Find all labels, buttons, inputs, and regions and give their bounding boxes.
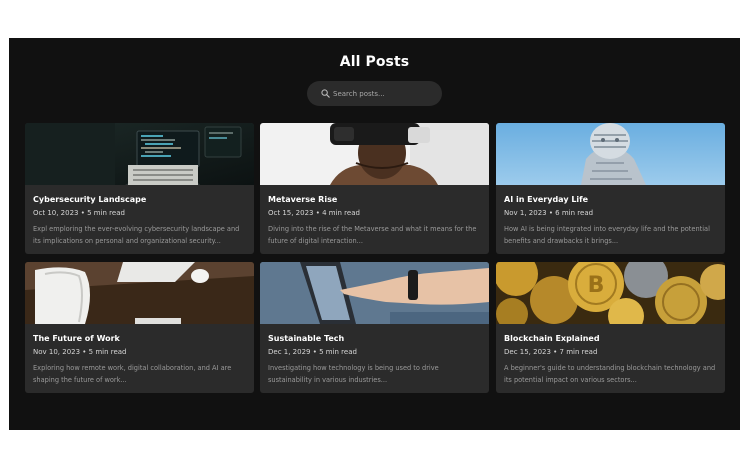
post-image-gold-coins: B — [496, 262, 725, 324]
post-excerpt: How AI is being integrated into everyday… — [504, 225, 710, 245]
post-meta: Nov 1, 2023 • 6 min read — [504, 208, 594, 217]
post-excerpt: Investigating how technology is being us… — [268, 364, 439, 384]
post-card-sustainable-tech[interactable]: Sustainable Tech Dec 1, 2029 • 5 min rea… — [260, 262, 489, 393]
post-title: Cybersecurity Landscape — [33, 195, 147, 204]
post-image-desk-mouse — [25, 262, 254, 324]
post-title: AI in Everyday Life — [504, 195, 589, 204]
search-icon — [321, 89, 330, 98]
post-excerpt: Diving into the rise of the Metaverse an… — [268, 225, 477, 245]
page-title: All Posts — [339, 54, 410, 70]
post-card-blockchain[interactable]: B Blockchain Explained Dec 15, 2023 • 7 … — [496, 262, 725, 393]
post-title: Sustainable Tech — [268, 334, 345, 343]
post-meta: Oct 15, 2023 • 4 min read — [268, 208, 360, 217]
post-card-future-of-work[interactable]: The Future of Work Nov 10, 2023 • 5 min … — [25, 262, 254, 393]
post-title: Blockchain Explained — [504, 334, 600, 343]
post-meta: Dec 1, 2029 • 5 min read — [268, 347, 357, 356]
post-card-ai-everyday[interactable]: AI in Everyday Life Nov 1, 2023 • 6 min … — [496, 123, 725, 254]
svg-text:B: B — [588, 273, 605, 298]
post-image-laptop-code — [25, 123, 254, 185]
post-title: Metaverse Rise — [268, 195, 338, 204]
post-meta: Dec 15, 2023 • 7 min read — [504, 347, 598, 356]
post-meta: Nov 10, 2023 • 5 min read — [33, 347, 127, 356]
post-excerpt: Exploring how remote work, digital colla… — [33, 364, 232, 384]
post-image-robot — [496, 123, 725, 185]
post-image-hand-pointing — [260, 262, 489, 324]
post-image-vr-headset — [260, 123, 489, 185]
post-card-cybersecurity[interactable]: Cybersecurity Landscape Oct 10, 2023 • 5… — [25, 123, 254, 254]
post-meta: Oct 10, 2023 • 5 min read — [33, 208, 125, 217]
posts-panel: All Posts Search posts... Cybersecurity … — [9, 38, 740, 430]
post-excerpt: Expl emploring the ever-evolving cyberse… — [33, 225, 240, 245]
search-input[interactable] — [333, 81, 435, 106]
post-card-metaverse[interactable]: Metaverse Rise Oct 15, 2023 • 4 min read… — [260, 123, 489, 254]
post-title: The Future of Work — [33, 334, 120, 343]
search-bar[interactable] — [307, 81, 442, 106]
post-excerpt: A beginner's guide to understanding bloc… — [504, 364, 716, 384]
